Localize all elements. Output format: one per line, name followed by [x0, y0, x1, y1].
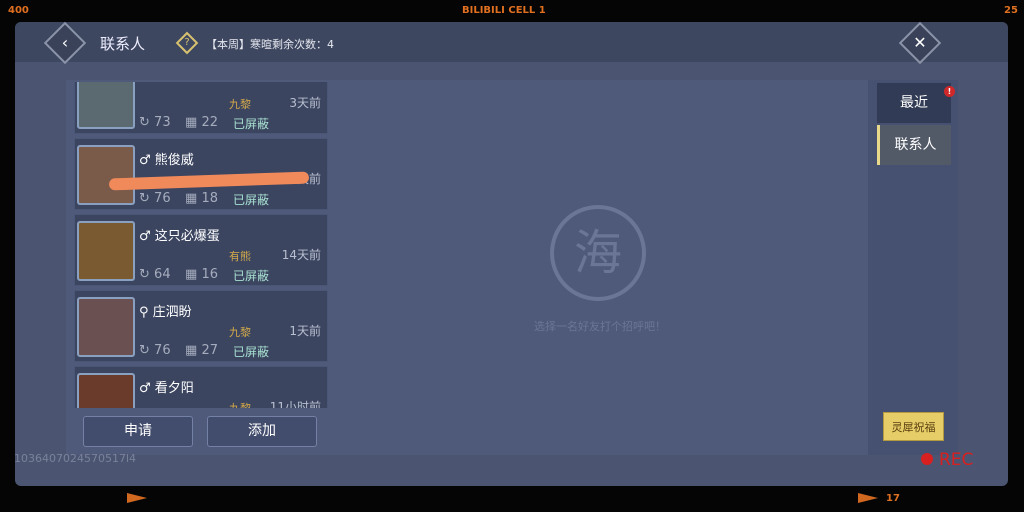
- contact-sect: 九黎: [229, 98, 251, 111]
- level-icon: ↻: [139, 115, 150, 130]
- level-icon: ↻: [139, 191, 150, 206]
- header-bar: [15, 22, 1008, 62]
- rank-value: 22: [201, 115, 218, 130]
- rank-icon: ▦: [185, 267, 198, 282]
- play-marker-icon: [127, 493, 147, 503]
- last-online: 1天前: [289, 324, 321, 338]
- stat-level: ↻ 76: [139, 191, 171, 206]
- blocked-status: 已屏蔽: [233, 193, 270, 207]
- contact-sect: 有熊: [229, 250, 251, 263]
- hud-title: BILIBILI CELL 1: [462, 5, 546, 16]
- contact-row[interactable]: ♂ 这只必爆蛋 有熊 14天前 ↻ 64 ▦ 16 已屏蔽: [74, 214, 328, 286]
- contact-name: ♂ 熊俊威: [139, 153, 194, 168]
- question-icon: ?: [184, 37, 190, 48]
- alert-badge-icon: !: [944, 86, 955, 97]
- rank-icon: ▦: [185, 191, 198, 206]
- tab-recent[interactable]: 最近: [877, 83, 951, 123]
- contact-sect: 九黎: [229, 400, 251, 408]
- hud-bottom-number: 17: [886, 493, 900, 504]
- rank-icon: ▦: [185, 115, 198, 130]
- rank-value: 18: [201, 191, 218, 206]
- avatar: [77, 373, 135, 408]
- blocked-status: 已屏蔽: [233, 269, 270, 283]
- page-title: 联系人: [100, 35, 146, 53]
- last-online: 3天前: [289, 96, 321, 110]
- hud-number: 25: [1004, 5, 1018, 16]
- weekly-remaining: 【本周】寒暄剩余次数：4: [206, 38, 334, 51]
- redaction-scribble: [108, 171, 310, 191]
- last-online: 14天前: [281, 248, 321, 262]
- apply-button[interactable]: 申请: [83, 416, 193, 447]
- avatar: [77, 221, 135, 281]
- play-marker-icon: [858, 493, 878, 503]
- avatar: [77, 145, 135, 205]
- close-icon: ✕: [913, 33, 927, 52]
- rec-label: REC: [939, 450, 974, 470]
- contact-list[interactable]: 九黎 3天前 ↻ 73 ▦ 22 已屏蔽 ♂ 熊俊威 天前 ↻ 76 ▦ 18 …: [70, 82, 330, 408]
- stat-level: ↻ 73: [139, 115, 171, 130]
- level-value: 64: [154, 267, 171, 282]
- record-dot-icon: [921, 453, 933, 465]
- level-icon: ↻: [139, 267, 150, 282]
- contact-name: ⚲ 庄泗盼: [139, 305, 192, 320]
- last-online: 11小时前: [269, 400, 321, 408]
- back-icon: ‹: [61, 33, 69, 52]
- stat-level: ↻ 76: [139, 343, 171, 358]
- stat-rank: ▦ 22: [185, 115, 218, 130]
- contact-sect: 九黎: [229, 326, 251, 339]
- rank-value: 16: [201, 267, 218, 282]
- stat-rank: ▦ 27: [185, 343, 218, 358]
- empty-hint: 选择一名好友打个招呼吧！: [534, 320, 666, 333]
- contact-name: ♂ 看夕阳: [139, 381, 194, 396]
- avatar: [77, 82, 135, 129]
- rec-indicator: REC: [921, 450, 973, 470]
- blocked-status: 已屏蔽: [233, 345, 270, 359]
- game-logo: 海: [550, 205, 646, 301]
- stat-rank: ▦ 16: [185, 267, 218, 282]
- level-value: 76: [154, 191, 171, 206]
- level-icon: ↻: [139, 343, 150, 358]
- contact-row[interactable]: ♂ 看夕阳 九黎 11小时前: [74, 366, 328, 408]
- stat-level: ↻ 64: [139, 267, 171, 282]
- contact-row[interactable]: 九黎 3天前 ↻ 73 ▦ 22 已屏蔽: [74, 82, 328, 134]
- avatar: [77, 297, 135, 357]
- tab-contacts[interactable]: 联系人: [877, 125, 951, 165]
- uid-watermark: 1036407024570517l4: [14, 452, 137, 465]
- level-value: 73: [154, 115, 171, 130]
- rank-value: 27: [201, 343, 218, 358]
- hud-counter: 400: [8, 5, 29, 16]
- bless-button[interactable]: 灵犀祝福: [883, 412, 944, 441]
- level-value: 76: [154, 343, 171, 358]
- contact-name: ♂ 这只必爆蛋: [139, 229, 220, 244]
- rank-icon: ▦: [185, 343, 198, 358]
- blocked-status: 已屏蔽: [233, 117, 270, 131]
- contact-row[interactable]: ⚲ 庄泗盼 九黎 1天前 ↻ 76 ▦ 27 已屏蔽: [74, 290, 328, 362]
- stat-rank: ▦ 18: [185, 191, 218, 206]
- add-button[interactable]: 添加: [207, 416, 317, 447]
- contact-row[interactable]: ♂ 熊俊威 天前 ↻ 76 ▦ 18 已屏蔽: [74, 138, 328, 210]
